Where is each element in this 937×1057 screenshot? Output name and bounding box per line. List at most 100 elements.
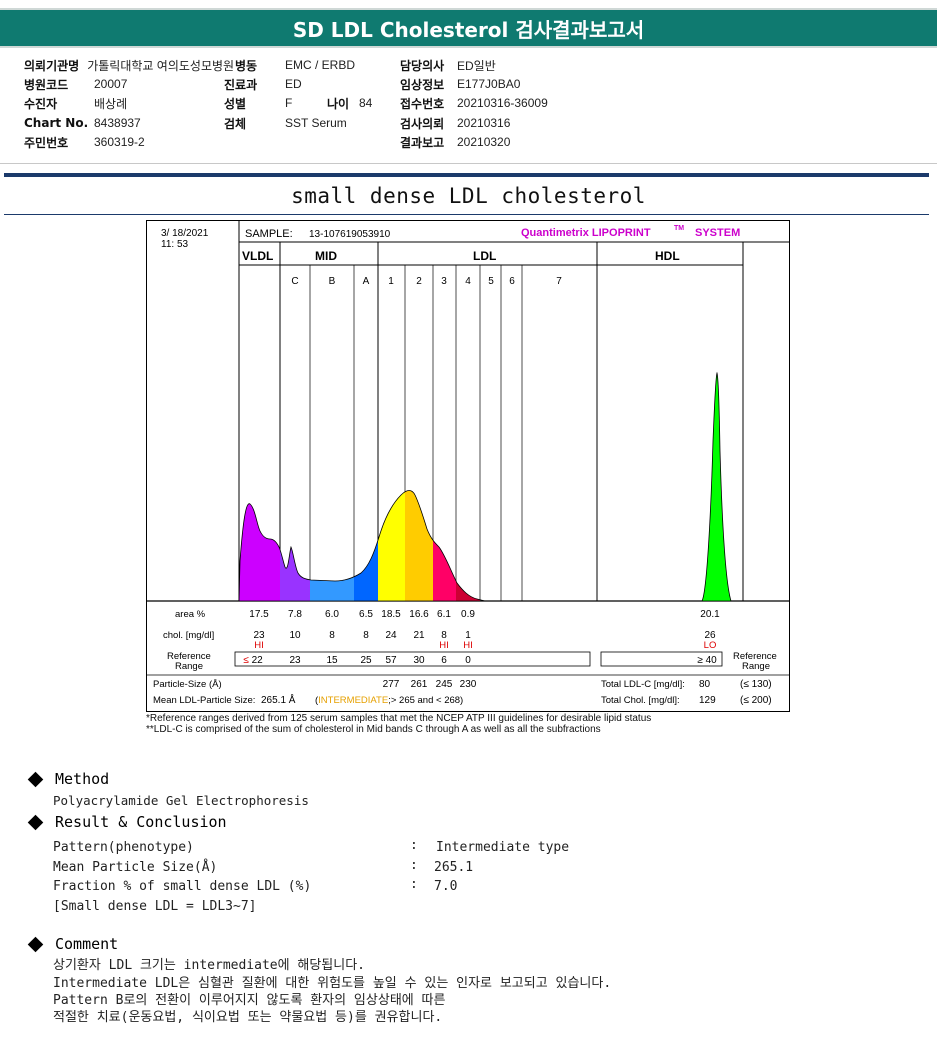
chol-value: 8	[363, 630, 369, 641]
total-chol-label: Total Chol. [mg/dl]:	[601, 695, 680, 706]
method-heading: Method	[26, 770, 109, 788]
footnotes: *Reference ranges derived from 125 serum…	[146, 713, 651, 735]
ref-value: ≤ 22	[243, 655, 263, 666]
area-value: 7.8	[288, 609, 302, 620]
result-separator: :	[410, 877, 418, 892]
band-label: C	[291, 276, 298, 287]
ref-le-value: 22	[249, 655, 263, 666]
system-brand: Quantimetrix LIPOPRINT	[521, 227, 651, 239]
divider	[0, 163, 937, 164]
result-note: [Small dense LDL = LDL3~7]	[53, 899, 257, 914]
info-label: 의뢰기관명	[24, 58, 80, 73]
info-label: 임상정보	[400, 77, 445, 92]
info-value: 20007	[94, 77, 128, 91]
area-value: 16.6	[409, 609, 429, 620]
area-value: 6.5	[359, 609, 373, 620]
flag-hi: HI	[463, 640, 473, 651]
chol-value: 8	[329, 630, 335, 641]
section-title: small dense LDL cholesterol	[291, 184, 646, 208]
info-row: 임상정보 E177J0BA0	[400, 75, 520, 93]
flag-hi: HI	[254, 640, 264, 651]
area-value: 6.0	[325, 609, 339, 620]
info-value: 8438937	[94, 116, 141, 130]
comment-line: 상기환자 LDL 크기는 intermediate에 해당됩니다.	[53, 958, 366, 973]
info-row: 병원코드 20007	[24, 75, 127, 93]
info-label: 접수번호	[400, 96, 445, 111]
ref-value: ≥ 40	[697, 655, 717, 666]
info-value: EMC / ERBD	[285, 58, 356, 72]
info-value: F	[285, 96, 293, 110]
ref-value: 23	[289, 655, 301, 666]
group-label-hdl: HDL	[655, 249, 680, 263]
comment-heading-text: Comment	[55, 935, 119, 953]
chol-value: 21	[413, 630, 425, 641]
info-value: ED일반	[457, 58, 496, 73]
info-row: 진료과 ED	[224, 75, 302, 93]
total-ldl-value: 80	[699, 679, 711, 690]
info-label: 검사의뢰	[400, 116, 445, 131]
info-row: 담당의사 ED일반	[400, 56, 496, 74]
row-label-area: area %	[175, 609, 206, 620]
info-row: 수진자 배상례	[24, 94, 127, 112]
system-tm: TM	[674, 225, 684, 232]
lipoprint-report: 3/ 18/2021 11: 53 SAMPLE: 13-10761905391…	[146, 220, 790, 712]
info-label: 주민번호	[24, 135, 69, 150]
result-value: Intermediate type	[436, 840, 570, 855]
ref-value: 30	[413, 655, 425, 666]
info-label: 병원코드	[24, 77, 69, 92]
band-label: 1	[388, 276, 394, 287]
row-label-ref: Range	[175, 661, 203, 672]
total-chol-value: 129	[699, 695, 716, 706]
result-label: Fraction % of small dense LDL (%)	[53, 879, 312, 894]
result-heading: Result & Conclusion	[26, 813, 227, 831]
result-separator: :	[410, 858, 418, 873]
total-ldl-label: Total LDL-C [mg/dl]:	[601, 679, 685, 690]
sample-label: SAMPLE:	[245, 228, 293, 240]
info-row: Chart No. 8438937	[24, 114, 141, 132]
info-value: 20210316-36009	[457, 96, 548, 110]
report-time: 11: 53	[161, 239, 188, 250]
mean-size-value: 265.1 Å	[261, 693, 296, 706]
lipoprint-curve	[239, 490, 480, 601]
info-label: 성별	[224, 96, 247, 111]
info-label: 결과보고	[400, 135, 445, 150]
flag-hi: HI	[439, 640, 449, 651]
info-row: 검사의뢰 20210316	[400, 114, 510, 132]
info-value: 20210320	[457, 135, 511, 149]
info-value: 배상례	[94, 96, 128, 111]
diamond-bullet-icon	[27, 771, 44, 787]
info-value: ED	[285, 77, 302, 91]
info-label: 진료과	[224, 77, 258, 92]
band-label: 2	[416, 276, 422, 287]
group-label-mid: MID	[315, 249, 337, 263]
info-label: 병동	[235, 58, 258, 73]
area-value: 20.1	[700, 609, 720, 620]
ref-value: 0	[465, 655, 471, 666]
band-label: 5	[488, 276, 494, 287]
chol-value: 10	[289, 630, 301, 641]
info-row: 접수번호 20210316-36009	[400, 94, 548, 112]
info-row: 주민번호 360319-2	[24, 133, 145, 151]
method-heading-text: Method	[55, 770, 110, 788]
group-label-vldl: VLDL	[242, 249, 273, 263]
band-label: B	[329, 276, 336, 287]
total-ldl-ref: (≤ 130)	[740, 679, 772, 690]
info-row: 결과보고 20210320	[400, 133, 510, 151]
info-row: 검체 SST Serum	[224, 114, 347, 132]
ref-value: 57	[385, 655, 397, 666]
area-value: 18.5	[381, 609, 401, 620]
lipoprint-chart: 3/ 18/2021 11: 53 SAMPLE: 13-10761905391…	[147, 221, 789, 706]
total-chol-ref: (≤ 200)	[740, 695, 772, 706]
ref-value: 15	[326, 655, 338, 666]
particle-size: 261	[411, 679, 428, 690]
info-label: 담당의사	[400, 58, 445, 73]
divider	[4, 173, 929, 177]
info-label: 수진자	[24, 96, 58, 111]
row-label-ref-right: Range	[742, 661, 770, 672]
info-value: 가톨릭대학교 여의도성모병원	[87, 58, 235, 73]
result-value: 265.1	[434, 860, 474, 875]
particle-size: 245	[436, 679, 453, 690]
divider	[4, 214, 929, 215]
info-row: 성별 F 나이 84	[224, 94, 372, 112]
footnote: **LDL-C is comprised of the sum of chole…	[146, 724, 601, 735]
